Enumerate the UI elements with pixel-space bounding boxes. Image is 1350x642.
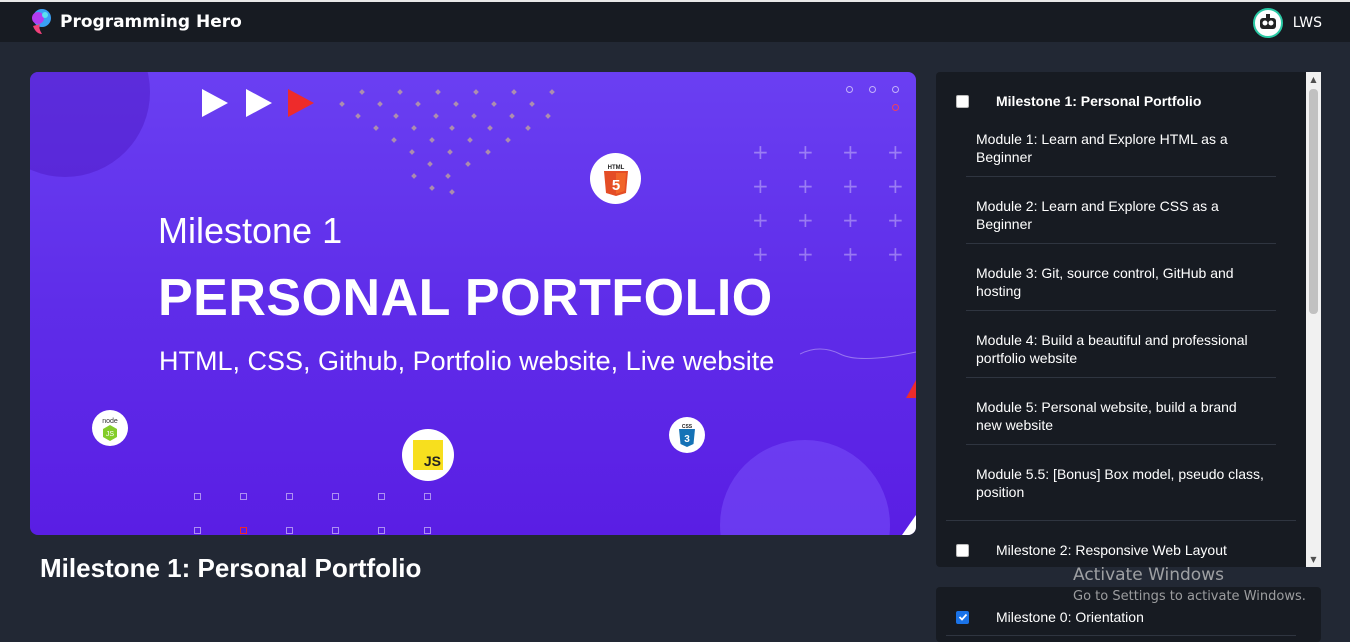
play-arrow-red-icon — [288, 89, 314, 117]
divider — [946, 520, 1296, 521]
svg-text:JS: JS — [106, 431, 115, 438]
milestone-2-header[interactable]: Milestone 2: Responsive Web Layout — [936, 535, 1306, 565]
programming-hero-logo-icon — [28, 8, 54, 36]
lesson-title: Milestone 1: Personal Portfolio — [40, 553, 422, 583]
module-item[interactable]: Module 5.5: [Bonus] Box model, pseudo cl… — [966, 465, 1276, 512]
outline-scrollbar[interactable]: ▲ ▼ — [1306, 72, 1321, 567]
activate-windows-watermark: Activate Windows Go to Settings to activ… — [1073, 565, 1306, 604]
user-menu[interactable]: LWS — [1252, 8, 1322, 38]
svg-text:5: 5 — [611, 177, 619, 194]
milestone-1-checkbox[interactable] — [956, 94, 969, 108]
milestone-0-header[interactable]: Milestone 0: Orientation — [936, 602, 1306, 632]
course-outline-panel[interactable]: Milestone 1: Personal Portfolio Module 1… — [936, 72, 1321, 567]
play-arrow-icon — [202, 89, 228, 117]
decorative-triangle-icon — [906, 380, 916, 398]
html5-badge-icon: HTML 5 — [590, 153, 641, 204]
milestone-2-checkbox[interactable] — [956, 543, 969, 557]
user-name: LWS — [1292, 15, 1322, 31]
brand-logo[interactable]: Programming Hero — [28, 8, 242, 36]
video-player[interactable]: + + + + + + + + + + + + + + + + Milestone 1 PERS… — [30, 72, 916, 535]
milestone-0-checkbox[interactable] — [956, 610, 969, 624]
user-avatar-icon[interactable] — [1252, 8, 1283, 38]
svg-text:3: 3 — [684, 434, 690, 445]
decorative-line — [800, 348, 916, 360]
banner-headline: PERSONAL PORTFOLIO — [158, 269, 773, 327]
module-item[interactable]: Module 5: Personal website, build a bran… — [966, 398, 1276, 445]
css3-badge-icon: CSS 3 — [669, 417, 705, 453]
milestone-1-header[interactable]: Milestone 1: Personal Portfolio — [936, 86, 1306, 116]
javascript-badge-icon: JS — [402, 429, 454, 481]
banner-subtitle: HTML, CSS, Github, Portfolio website, Li… — [159, 346, 775, 376]
scroll-down-arrow-icon[interactable]: ▼ — [1306, 552, 1321, 567]
top-navbar: Programming Hero LWS — [0, 0, 1350, 42]
play-arrow-icon — [246, 89, 272, 117]
module-item[interactable]: Module 1: Learn and Explore HTML as a Be… — [966, 130, 1276, 177]
brand-name: Programming Hero — [60, 12, 242, 32]
module-item[interactable]: Module 3: Git, source control, GitHub an… — [966, 264, 1276, 311]
decorative-circle — [30, 72, 150, 177]
module-item[interactable]: Module 2: Learn and Explore CSS as a Beg… — [966, 197, 1276, 244]
svg-text:node: node — [102, 418, 118, 425]
divider — [946, 635, 1296, 636]
milestone-0-label: Milestone 0: Orientation — [996, 609, 1144, 625]
scrollbar-thumb[interactable] — [1309, 89, 1318, 314]
banner-milestone-title: Milestone 1 — [158, 210, 343, 251]
watermark-title: Activate Windows — [1073, 565, 1224, 585]
watermark-subtitle: Go to Settings to activate Windows. — [1073, 589, 1306, 604]
milestone-1-label: Milestone 1: Personal Portfolio — [996, 93, 1202, 109]
svg-text:HTML: HTML — [607, 165, 624, 171]
scroll-up-arrow-icon[interactable]: ▲ — [1306, 72, 1321, 87]
module-item[interactable]: Module 4: Build a beautiful and professi… — [966, 331, 1276, 378]
decorative-corner-icon — [902, 515, 916, 535]
nodejs-badge-icon: node JS — [92, 410, 128, 446]
decorative-circle — [720, 440, 890, 535]
milestone-2-label: Milestone 2: Responsive Web Layout — [996, 542, 1227, 558]
checkmark-icon — [958, 613, 967, 621]
